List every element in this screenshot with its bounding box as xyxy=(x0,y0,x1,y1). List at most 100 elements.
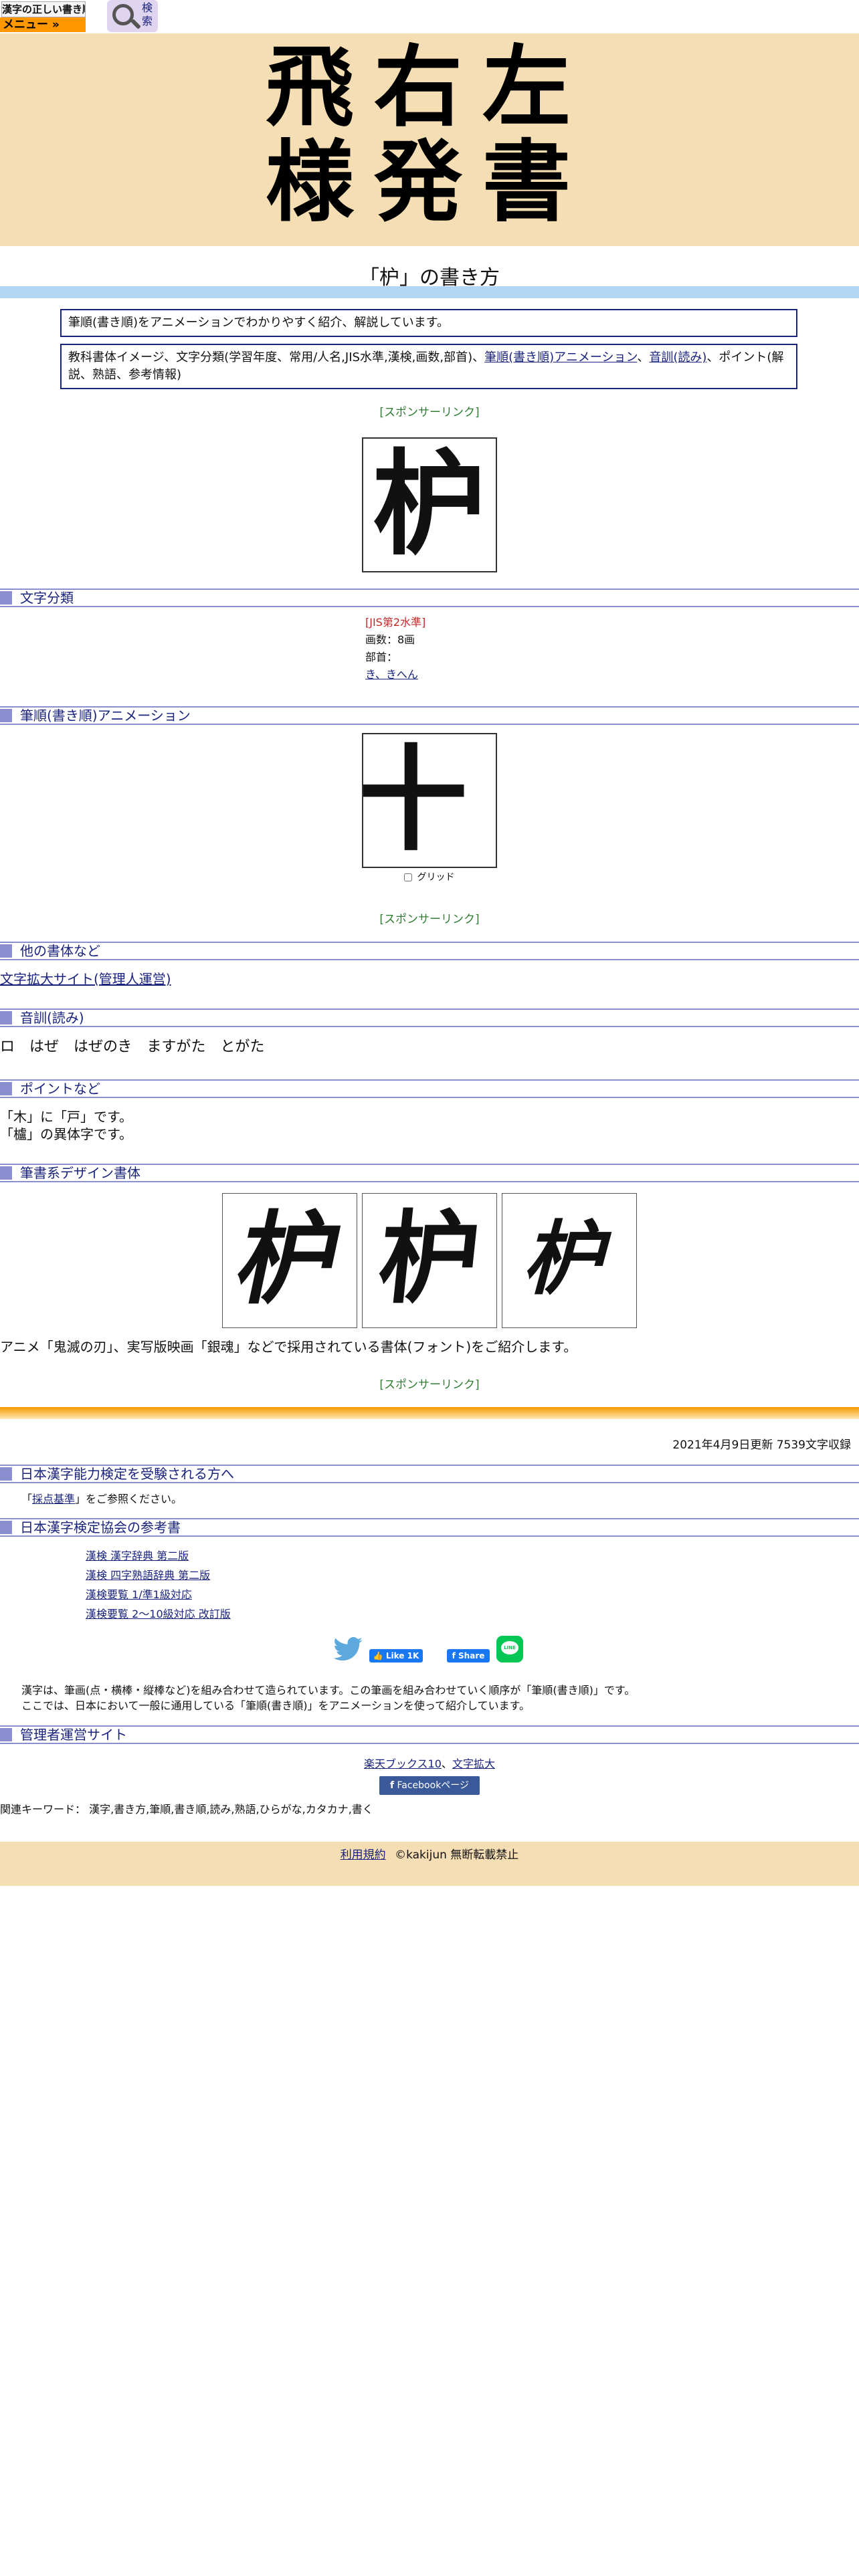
site-logo[interactable]: 漢字の正しい書き順(筆順) メニュー » xyxy=(0,0,86,32)
facebook-share-button[interactable]: f Share xyxy=(447,1649,490,1662)
sponsor-link-2[interactable]: [スポンサーリンク] xyxy=(0,909,859,926)
about-line-2: ここでは、日本において一般に通用している「筆順(書き順)」をアニメーションを使っ… xyxy=(21,1699,531,1712)
reference-item[interactable]: 漢検 四字熟語辞典 第二版 xyxy=(86,1569,210,1582)
kanji-textbook-image: 枦 xyxy=(362,437,497,572)
section-points: ポイントなど xyxy=(0,1079,859,1098)
line-label: LINE xyxy=(504,1645,516,1650)
section-kanken: 日本漢字能力検定を受験される方へ xyxy=(0,1465,859,1483)
logo-text[interactable]: 漢字の正しい書き順(筆順) xyxy=(1,1,86,17)
terms-link[interactable]: 利用規約 xyxy=(341,1848,386,1862)
divider-band xyxy=(0,1407,859,1419)
section-marker xyxy=(0,709,12,722)
line-share-button[interactable]: LINE xyxy=(496,1636,523,1662)
related-keywords: 関連キーワード： 漢字,書き方,筆順,書き順,読み,熟語,ひらがな,カタカナ,書… xyxy=(0,1803,373,1816)
admin-sep: 、 xyxy=(441,1757,452,1770)
scoring-criteria-link[interactable]: 採点基準 xyxy=(32,1493,75,1505)
facebook-icon: f xyxy=(452,1651,456,1660)
footer: 利用規約 ©kakijun 無断転載禁止 xyxy=(0,1842,859,1886)
search-button[interactable]: 検索 xyxy=(107,0,158,32)
jis-level: [JIS第2水準] xyxy=(365,616,426,629)
radical-label: 部首： xyxy=(365,651,398,663)
kanji-glyph: 枦 xyxy=(372,437,486,571)
twitter-share-button[interactable] xyxy=(333,1637,363,1661)
intro-box: 筆順(書き順)をアニメーションでわかりやすく紹介、解説しています。 xyxy=(60,309,797,337)
section-title: 日本漢字検定協会の参考書 xyxy=(20,1519,181,1535)
section-title: 日本漢字能力検定を受験される方へ xyxy=(20,1466,234,1482)
section-references: 日本漢字検定協会の参考書 xyxy=(0,1518,859,1537)
design-glyph-1: 枦 xyxy=(227,1200,353,1318)
top-bar: 漢字の正しい書き順(筆順) メニュー » 検索 xyxy=(0,0,859,33)
design-font-sample-1[interactable]: 枦 xyxy=(222,1193,357,1328)
classification-info: [JIS第2水準] 画数：8画 部首： き、きへん xyxy=(365,614,425,683)
rakuten-books-link[interactable]: 楽天ブックス10 xyxy=(364,1757,442,1770)
design-glyph-3: 枦 xyxy=(516,1212,623,1306)
copyright: ©kakijun 無断転載禁止 xyxy=(395,1848,519,1862)
grid-toggle[interactable]: グリッド xyxy=(404,871,454,884)
section-marker xyxy=(0,944,12,958)
reference-list: 漢検 漢字辞典 第二版 漢検 四字熟語辞典 第二版 漢検要覧 1/準1級対応 漢… xyxy=(86,1546,231,1624)
facebook-page-button[interactable]: f Facebookページ xyxy=(379,1776,480,1795)
design-fonts-caption: アニメ「鬼滅の刃」、実写版映画「銀魂」などで採用されている書体(フォント)をご紹… xyxy=(0,1339,577,1355)
section-marker xyxy=(0,1166,12,1180)
sponsor-link-3[interactable]: [スポンサーリンク] xyxy=(0,1375,859,1392)
reference-item[interactable]: 漢検要覧 1/準1級対応 xyxy=(86,1588,192,1601)
section-design-fonts: 筆書系デザイン書体 xyxy=(0,1164,859,1182)
section-marker xyxy=(0,1011,12,1025)
admin-site-links: 楽天ブックス10、文字拡大 xyxy=(0,1755,859,1771)
section-readings: 音訓(読み) xyxy=(0,1008,859,1027)
enlarge-site-link[interactable]: 文字拡大サイト(管理人運営) xyxy=(0,970,171,988)
kanken-note-prefix: 「 xyxy=(21,1493,33,1505)
title-underline-band xyxy=(0,286,859,298)
grid-label: グリッド xyxy=(417,872,455,883)
contents-box: 教科書体イメージ、文字分類(学習年度、常用/人名,JIS水準,漢検,画数,部首)… xyxy=(60,344,797,389)
animation-frame: 十 xyxy=(362,733,468,867)
hero-banner: 飛右左様発書 xyxy=(0,33,859,246)
hero-title: 飛右左様発書 xyxy=(266,35,591,234)
facebook-icon: f xyxy=(389,1780,395,1791)
menu-button[interactable]: メニュー » xyxy=(0,17,86,32)
point-line-1: 「木」に「戸」です。 xyxy=(0,1109,132,1125)
contents-sep: 、 xyxy=(637,350,650,364)
facebook-like-button[interactable]: 👍 Like 1K xyxy=(369,1649,423,1662)
grid-checkbox[interactable] xyxy=(404,873,412,881)
sponsor-link-1[interactable]: [スポンサーリンク] xyxy=(0,403,859,419)
section-marker xyxy=(0,1082,12,1095)
section-admin-sites: 管理者運営サイト xyxy=(0,1725,859,1744)
kanken-note: 「採点基準」をご参照ください。 xyxy=(21,1490,182,1506)
twitter-icon xyxy=(333,1637,363,1661)
readings-link[interactable]: 音訓(読み) xyxy=(649,350,706,364)
share-label: Share xyxy=(458,1651,485,1660)
contents-text: 教科書体イメージ、文字分類(学習年度、常用/人名,JIS水準,漢検,画数,部首)… xyxy=(68,350,485,364)
section-title: 筆書系デザイン書体 xyxy=(20,1165,140,1181)
about-text: 漢字は、筆画(点・横棒・縦棒など)を組み合わせて造られています。この筆画を組み合… xyxy=(21,1683,635,1713)
stroke-count: 画数：8画 xyxy=(365,633,415,646)
section-title: ポイントなど xyxy=(20,1081,100,1097)
like-label: Like 1K xyxy=(385,1651,419,1660)
update-info: 2021年4月9日更新 7539文字収録 xyxy=(672,1438,851,1452)
section-marker xyxy=(0,1467,12,1481)
stroke-animation-canvas[interactable]: 十 xyxy=(362,733,497,868)
design-font-sample-3[interactable]: 枦 xyxy=(502,1193,637,1328)
section-title: 管理者運営サイト xyxy=(20,1727,127,1743)
section-title: 他の書体など xyxy=(20,943,100,959)
about-line-1: 漢字は、筆画(点・横棒・縦棒など)を組み合わせて造られています。この筆画を組み合… xyxy=(21,1684,636,1697)
stroke-order-link[interactable]: 筆順(書き順)アニメーション xyxy=(484,350,637,364)
section-animation: 筆順(書き順)アニメーション xyxy=(0,706,859,725)
design-font-sample-2[interactable]: 枦 xyxy=(362,1193,497,1328)
reference-item[interactable]: 漢検要覧 2～10級対応 改訂版 xyxy=(86,1608,231,1620)
reference-item[interactable]: 漢検 漢字辞典 第二版 xyxy=(86,1549,189,1562)
section-marker xyxy=(0,1728,12,1741)
enlarge-text-link[interactable]: 文字拡大 xyxy=(452,1757,495,1770)
section-marker xyxy=(0,591,12,605)
radical-link[interactable]: き、きへん xyxy=(365,668,418,681)
point-line-2: 「櫨」の異体字です。 xyxy=(0,1126,132,1142)
section-title: 音訓(読み) xyxy=(20,1010,84,1026)
line-icon: LINE xyxy=(501,1641,518,1654)
section-marker xyxy=(0,1521,12,1534)
thumbs-up-icon: 👍 xyxy=(373,1651,383,1660)
design-glyph-2: 枦 xyxy=(373,1201,486,1317)
section-title: 筆順(書き順)アニメーション xyxy=(20,708,191,724)
kanken-note-suffix: 」をご参照ください。 xyxy=(75,1493,183,1505)
section-other-styles: 他の書体など xyxy=(0,942,859,960)
section-classification: 文字分類 xyxy=(0,588,859,607)
